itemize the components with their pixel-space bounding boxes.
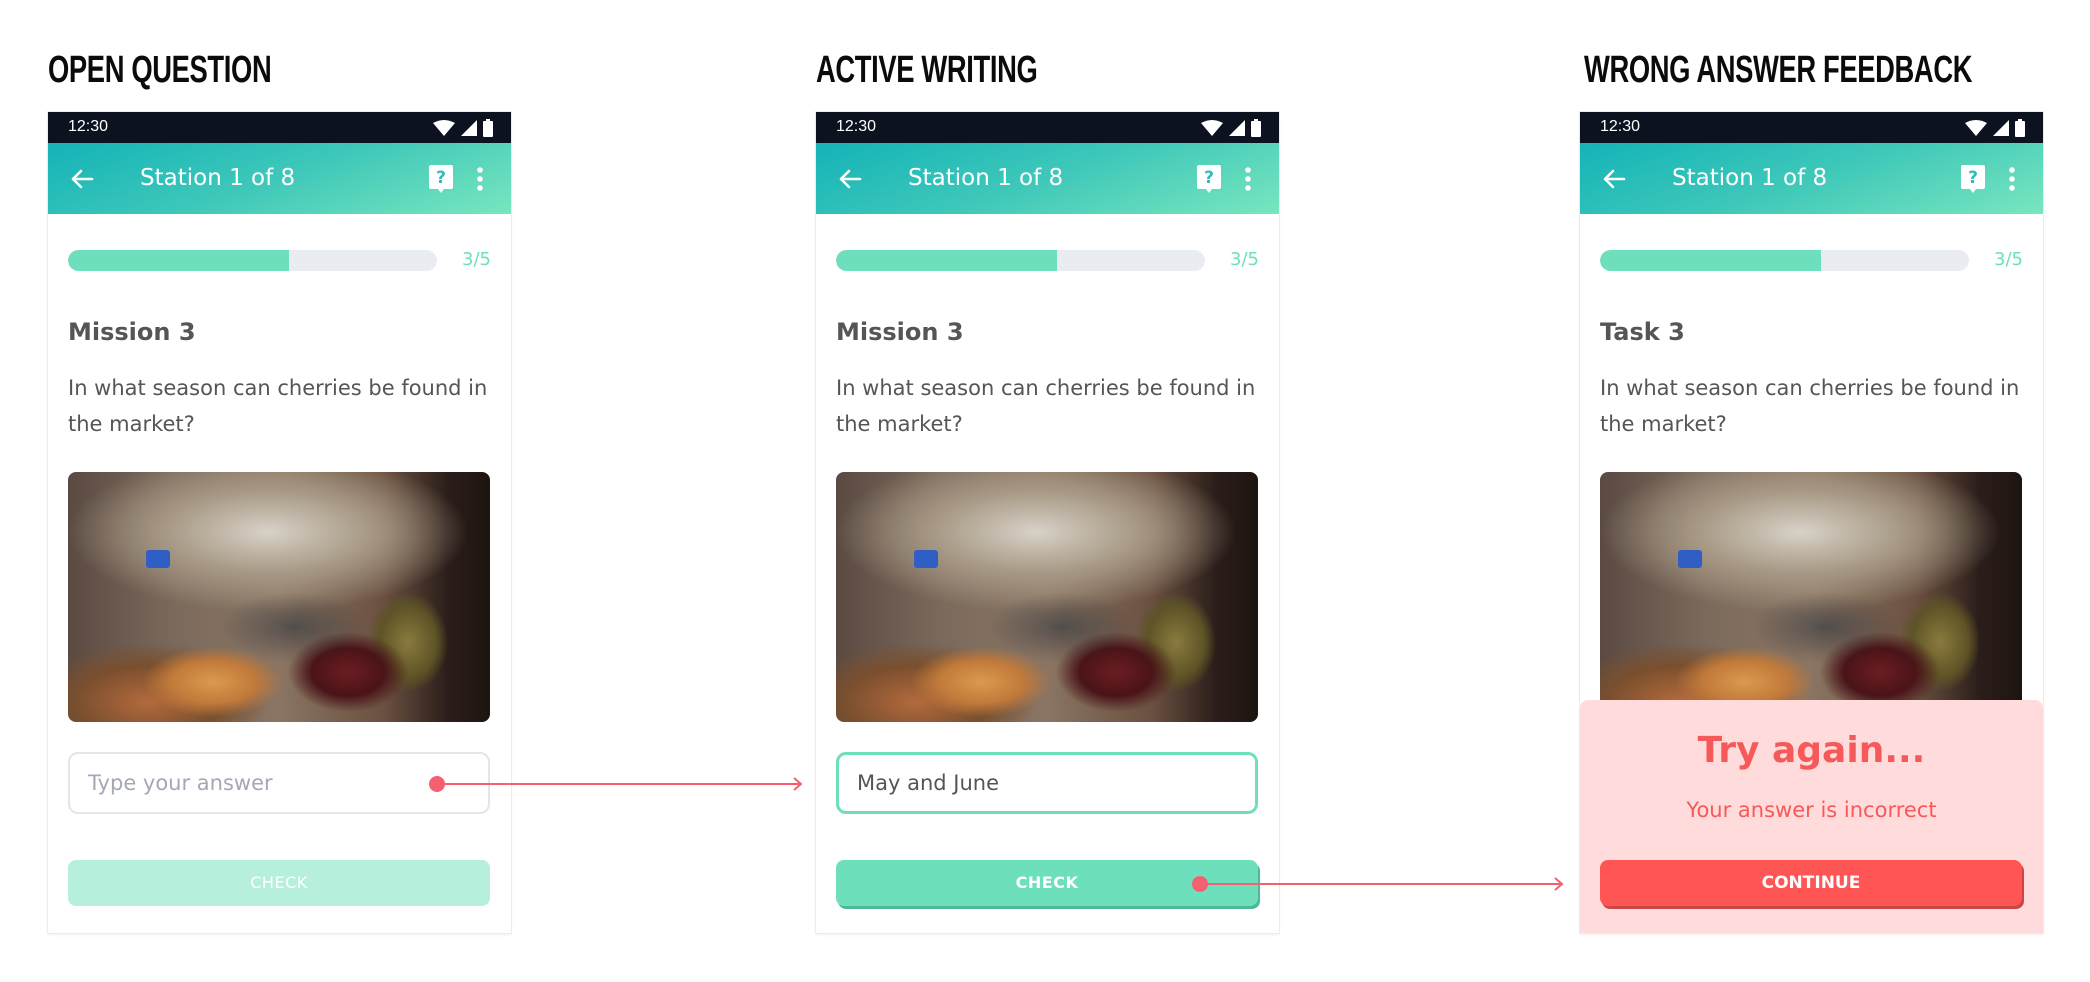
svg-text:?: ? bbox=[1204, 168, 1214, 188]
feedback-message: Your answer is incorrect bbox=[1686, 798, 1937, 822]
feedback-title: Try again... bbox=[1697, 730, 1926, 771]
help-bubble-icon[interactable]: ? bbox=[1961, 165, 1985, 193]
signal-icon bbox=[1993, 120, 2009, 136]
help-bubble-icon[interactable]: ? bbox=[429, 165, 453, 193]
signal-icon bbox=[461, 120, 477, 136]
flow-connector-input-to-active bbox=[429, 776, 803, 792]
more-vert-icon[interactable] bbox=[475, 167, 485, 191]
market-photo bbox=[1600, 472, 2022, 722]
mission-title: Task 3 bbox=[1600, 318, 1685, 346]
question-text: In what season can cherries be found in … bbox=[68, 376, 488, 436]
arrow-left-icon[interactable] bbox=[836, 165, 864, 193]
status-icons bbox=[1201, 119, 1261, 137]
battery-icon bbox=[2015, 119, 2025, 137]
more-vert-icon[interactable] bbox=[2007, 167, 2017, 191]
app-bar: Station 1 of 8 ? bbox=[816, 143, 1279, 214]
progress-label: 3/5 bbox=[1994, 249, 2023, 270]
app-bar: Station 1 of 8 ? bbox=[1580, 143, 2043, 214]
phone-screen-wrong-answer-feedback: 12:30 Station 1 of 8 ? 3/5 Task 3 In wha… bbox=[1580, 112, 2043, 933]
mission-title: Mission 3 bbox=[836, 318, 964, 346]
status-bar: 12:30 bbox=[816, 112, 1279, 143]
appbar-title: Station 1 of 8 bbox=[140, 165, 296, 191]
flow-connector-check-to-feedback bbox=[1192, 876, 1564, 892]
status-icons bbox=[433, 119, 493, 137]
section-title-wrong-answer-feedback: WRONG ANSWER FEEDBACK bbox=[1584, 49, 1973, 91]
more-vert-icon[interactable] bbox=[1243, 167, 1253, 191]
svg-text:?: ? bbox=[436, 168, 446, 188]
help-bubble-icon[interactable]: ? bbox=[1197, 165, 1221, 193]
phone-screen-open-question: 12:30 Station 1 of 8 ? 3/5 Mission 3 In … bbox=[48, 112, 511, 933]
progress-bar bbox=[836, 250, 1205, 271]
appbar-title: Station 1 of 8 bbox=[1672, 165, 1828, 191]
section-title-open-question: OPEN QUESTION bbox=[48, 49, 272, 91]
signal-icon bbox=[1229, 120, 1245, 136]
arrow-left-icon[interactable] bbox=[68, 165, 96, 193]
status-bar: 12:30 bbox=[48, 112, 511, 143]
battery-icon bbox=[1251, 119, 1261, 137]
wifi-icon bbox=[1201, 120, 1223, 136]
answer-input-focused[interactable]: May and June bbox=[836, 752, 1258, 814]
progress-label: 3/5 bbox=[1230, 249, 1259, 270]
wifi-icon bbox=[433, 120, 455, 136]
battery-icon bbox=[483, 119, 493, 137]
answer-input[interactable]: Type your answer bbox=[68, 752, 490, 814]
phone-screen-active-writing: 12:30 Station 1 of 8 ? 3/5 Mission 3 In … bbox=[816, 112, 1279, 933]
progress-label: 3/5 bbox=[462, 249, 491, 270]
appbar-title: Station 1 of 8 bbox=[908, 165, 1064, 191]
section-title-active-writing: ACTIVE WRITING bbox=[816, 49, 1038, 91]
progress-fill bbox=[836, 250, 1058, 271]
check-button-disabled[interactable]: CHECK bbox=[68, 860, 490, 906]
wrong-answer-feedback-panel: Try again... Your answer is incorrect CO… bbox=[1580, 700, 2043, 933]
status-bar: 12:30 bbox=[1580, 112, 2043, 143]
status-icons bbox=[1965, 119, 2025, 137]
progress-bar bbox=[1600, 250, 1969, 271]
market-photo bbox=[836, 472, 1258, 722]
status-time: 12:30 bbox=[836, 118, 877, 135]
svg-text:?: ? bbox=[1968, 168, 1978, 188]
app-bar: Station 1 of 8 ? bbox=[48, 143, 511, 214]
market-photo bbox=[68, 472, 490, 722]
question-text: In what season can cherries be found in … bbox=[1600, 376, 2020, 436]
status-time: 12:30 bbox=[68, 118, 109, 135]
continue-button[interactable]: CONTINUE bbox=[1600, 860, 2022, 906]
progress-fill bbox=[68, 250, 290, 271]
status-time: 12:30 bbox=[1600, 118, 1641, 135]
answer-placeholder: Type your answer bbox=[88, 771, 273, 795]
progress-bar bbox=[68, 250, 437, 271]
arrow-left-icon[interactable] bbox=[1600, 165, 1628, 193]
answer-value: May and June bbox=[857, 771, 1000, 795]
wifi-icon bbox=[1965, 120, 1987, 136]
progress-fill bbox=[1600, 250, 1822, 271]
mission-title: Mission 3 bbox=[68, 318, 196, 346]
question-text: In what season can cherries be found in … bbox=[836, 376, 1256, 436]
